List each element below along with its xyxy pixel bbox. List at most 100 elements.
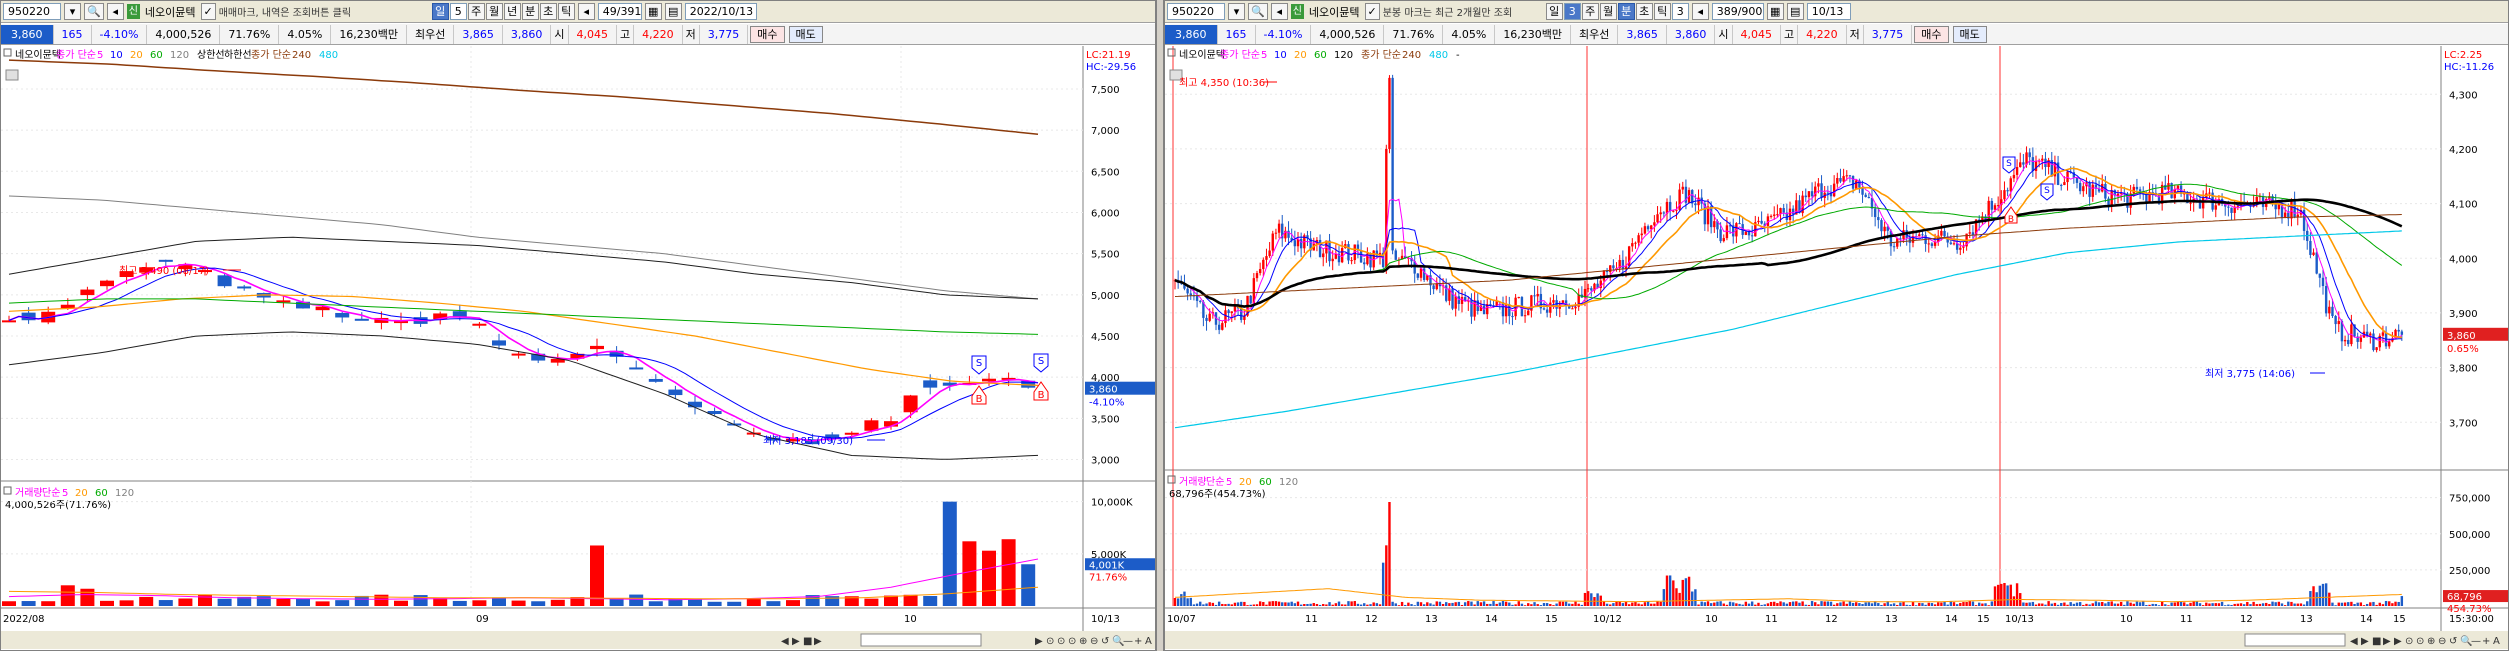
period-button-1[interactable]: 5: [449, 3, 467, 20]
pane-splitter[interactable]: [1156, 0, 1164, 651]
check-icon[interactable]: ✓: [1364, 3, 1380, 20]
volume-axis-label: 750,000: [2449, 494, 2490, 505]
sell-button[interactable]: 매도: [788, 25, 823, 43]
prev-icon[interactable]: ◂: [577, 3, 595, 20]
volume-bar: [1807, 604, 1811, 606]
period-button-5[interactable]: 분: [521, 3, 539, 20]
volume-bar: [1255, 604, 1259, 606]
calendar-icon[interactable]: ▤: [664, 3, 682, 20]
daily-chart[interactable]: 7,500 7,000 6,500 6,000 5,500 5,000 4,500 4,000…: [1, 46, 1156, 651]
volume-bar: [1258, 601, 1262, 606]
volume-bar: [119, 600, 134, 606]
candle-body: [1873, 208, 1877, 218]
footer-tool-icon: ⊙: [1057, 636, 1065, 647]
quote-rate: -4.10%: [92, 24, 148, 44]
volume-bar: [1419, 602, 1423, 606]
dropdown-icon[interactable]: ▾: [1228, 3, 1245, 20]
candle-body: [1722, 238, 1725, 242]
period-button-6[interactable]: 틱: [1653, 3, 1671, 20]
x-axis-label: 10/13: [2005, 614, 2034, 625]
price-legend-item: 종가 단순: [1220, 49, 1260, 61]
sell-button[interactable]: 매도: [1952, 25, 1987, 43]
speaker-icon[interactable]: ◂: [1270, 3, 1288, 20]
sell-signal-label: S: [1038, 356, 1044, 367]
price-axis-label: 4,300: [2449, 90, 2478, 101]
price-legend-item: 종가 단순: [1361, 49, 1401, 61]
stock-code-input[interactable]: 950220: [1167, 3, 1225, 20]
volume-bar: [1968, 600, 1971, 606]
grid-icon[interactable]: ▦: [1766, 3, 1784, 20]
chart-count[interactable]: 389/900: [1711, 3, 1764, 20]
prev-icon[interactable]: ◂: [1691, 3, 1709, 20]
volume-bar: [1381, 562, 1385, 606]
period-button-2[interactable]: 주: [1581, 3, 1599, 20]
period-button-3[interactable]: 월: [1599, 3, 1617, 20]
candle-body: [1713, 221, 1716, 228]
chart-count[interactable]: 49/391: [597, 3, 642, 20]
grid-icon[interactable]: ▦: [644, 3, 662, 20]
volume-bar: [1527, 603, 1530, 606]
price-legend-item: 상한선: [197, 49, 225, 61]
calendar-icon[interactable]: ▤: [1786, 3, 1804, 20]
buy-button[interactable]: 매수: [1914, 25, 1949, 43]
volume-bar: [1199, 601, 1202, 606]
volume-bar: [2258, 603, 2262, 606]
volume-bar: [1337, 601, 1341, 606]
search-icon[interactable]: 🔍: [84, 3, 104, 20]
period-button-6[interactable]: 초: [539, 3, 557, 20]
period-button-0[interactable]: 일: [431, 3, 449, 20]
period-button-1[interactable]: 3: [1563, 3, 1581, 20]
dropdown-icon[interactable]: ▾: [64, 3, 81, 20]
search-icon[interactable]: 🔍: [1248, 3, 1268, 20]
period-button-7[interactable]: 3: [1671, 3, 1689, 20]
stock-name: 네오이뮨텍: [144, 5, 196, 19]
minute-quote-bar: 3,860 165 -4.10% 4,000,526 71.76% 4.05% …: [1165, 24, 2508, 45]
volume-value-label: 4,000,526주(71.76%): [5, 500, 111, 511]
volume-legend-item: 단순: [42, 487, 60, 499]
period-button-5[interactable]: 초: [1635, 3, 1653, 20]
volume-bar: [2394, 601, 2397, 606]
candle-body: [2135, 186, 2139, 190]
minute-chart[interactable]: 4,300 4,200 4,100 4,000 3,900 3,800 3,700 네오이뮨텍…: [1165, 46, 2509, 651]
candle-body: [158, 259, 173, 262]
date-input[interactable]: 10/13: [1806, 3, 1851, 20]
candle-body: [688, 401, 702, 408]
stock-code-input[interactable]: 950220: [3, 3, 61, 20]
volume-bar: [1315, 604, 1319, 606]
date-input[interactable]: 2022/10/13: [684, 3, 757, 20]
candle-body: [217, 275, 232, 287]
volume-bar: [2003, 582, 2006, 606]
volume-bar: [2302, 604, 2306, 606]
period-button-0[interactable]: 일: [1545, 3, 1563, 20]
period-button-4[interactable]: 분: [1617, 3, 1635, 20]
zoom-scrollbar: [2244, 633, 2346, 647]
period-button-2[interactable]: 주: [467, 3, 485, 20]
period-button-7[interactable]: 틱: [557, 3, 575, 20]
price-legend-item: 10: [1274, 50, 1287, 61]
candle-body: [1996, 205, 2000, 207]
period-button-3[interactable]: 월: [485, 3, 503, 20]
volume-bar: [1722, 603, 1725, 606]
volume-bar: [1214, 604, 1218, 606]
candle-body: [2230, 207, 2233, 213]
volume-bar: [1867, 602, 1871, 606]
volume-bar: [1353, 601, 1356, 606]
candle-body: [1394, 250, 1397, 260]
buy-button[interactable]: 매수: [750, 25, 785, 43]
candle-body: [2041, 158, 2044, 161]
x-axis-label: 14: [2360, 614, 2373, 625]
volume-bar: [2041, 603, 2044, 606]
speaker-icon[interactable]: ◂: [106, 3, 124, 20]
volume-bar: [2000, 583, 2003, 606]
hc-label: HC:-29.56: [1086, 62, 1136, 73]
x-axis-label: 10: [904, 614, 917, 625]
candle-body: [2116, 193, 2120, 196]
candle-body: [1867, 196, 1871, 198]
volume-bar: [1369, 604, 1372, 606]
check-icon[interactable]: ✓: [200, 3, 216, 20]
volume-bar: [1741, 604, 1744, 606]
volume-bar: [1486, 603, 1489, 606]
period-button-4[interactable]: 년: [503, 3, 521, 20]
x-axis-label: 09: [476, 614, 489, 625]
volume-bar: [1224, 604, 1227, 606]
